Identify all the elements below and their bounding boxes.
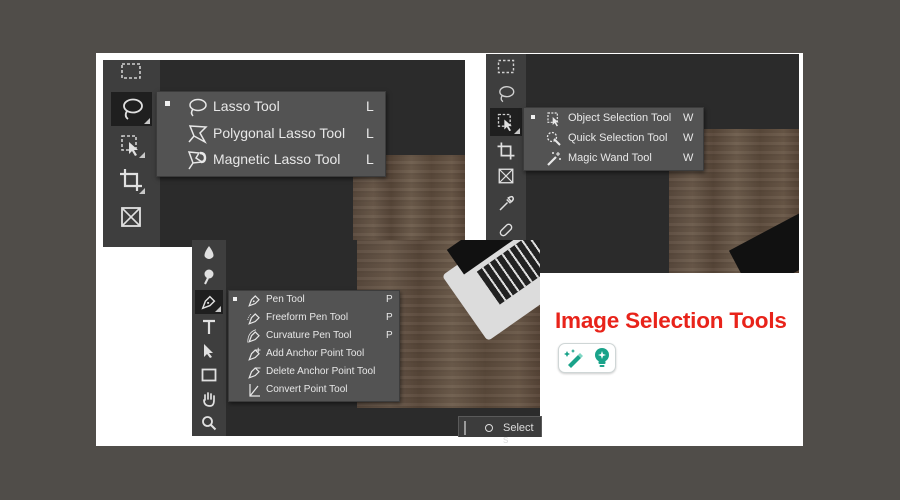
crop-tool-button[interactable] <box>115 164 147 196</box>
lasso-icon <box>499 86 515 103</box>
menu-item-label: Curvature Pen Tool <box>266 330 352 341</box>
menu-item-label: Convert Point Tool <box>266 384 348 395</box>
menu-item-label: Pen Tool <box>266 294 305 305</box>
menu-item-lasso-tool[interactable]: Lasso Tool L <box>156 94 384 119</box>
freeform-pen-icon <box>246 310 262 326</box>
menu-item-curvature-pen-tool[interactable]: Curvature Pen Tool P <box>229 327 399 345</box>
tooltip-grip <box>464 421 466 435</box>
menu-item-shortcut: W <box>683 152 694 164</box>
dodge-tool-button[interactable] <box>196 266 222 288</box>
frame-tool-button[interactable] <box>492 164 520 188</box>
menu-item-freeform-pen-tool[interactable]: Freeform Pen Tool P <box>229 309 399 327</box>
path-selection-tool-button[interactable] <box>196 340 222 362</box>
menu-item-label: Delete Anchor Point Tool <box>266 366 376 377</box>
menu-item-label: Quick Selection Tool <box>568 132 668 144</box>
tooltip-text: Select s <box>503 422 534 446</box>
pen-tool-button[interactable] <box>195 290 223 314</box>
eyedropper-icon <box>499 195 514 211</box>
magic-wand-icon <box>545 150 563 167</box>
eyedropper-tool-button[interactable] <box>492 192 520 216</box>
menu-item-label: Object Selection Tool <box>568 112 672 124</box>
menu-item-magic-wand-tool[interactable]: Magic Wand Tool W <box>524 149 702 168</box>
menu-item-label: Polygonal Lasso Tool <box>213 125 346 141</box>
menu-item-shortcut: W <box>683 112 694 124</box>
polygonal-lasso-icon <box>185 122 209 145</box>
menu-item-shortcut: L <box>366 151 374 167</box>
curvature-pen-icon <box>246 328 262 344</box>
frame-icon <box>121 207 141 227</box>
convert-point-icon <box>246 382 262 398</box>
crop-icon <box>497 142 515 160</box>
frame-icon <box>498 168 514 184</box>
menu-item-label: Freeform Pen Tool <box>266 312 349 323</box>
flyout-indicator <box>144 118 150 124</box>
magnetic-lasso-icon <box>185 148 209 171</box>
menu-item-magnetic-lasso-tool[interactable]: Magnetic Lasso Tool L <box>156 147 384 172</box>
marquee-tool-button[interactable] <box>492 56 520 76</box>
menu-item-object-selection-tool[interactable]: Object Selection Tool W <box>524 109 702 128</box>
lightbulb-icon <box>594 348 609 367</box>
menu-item-delete-anchor-point-tool[interactable]: Delete Anchor Point Tool <box>229 363 399 381</box>
quick-selection-icon <box>545 130 563 147</box>
zoom-icon <box>202 416 217 431</box>
hint-icon <box>485 424 493 432</box>
drop-icon <box>204 246 214 259</box>
menu-item-label: Magnetic Lasso Tool <box>213 151 341 167</box>
selected-indicator <box>233 297 237 301</box>
marquee-tool-button[interactable] <box>115 60 147 82</box>
hand-icon <box>203 392 215 407</box>
menu-item-convert-point-tool[interactable]: Convert Point Tool <box>229 381 399 399</box>
flyout-indicator <box>514 128 520 134</box>
rectangle-tool-button[interactable] <box>196 364 222 386</box>
menu-item-shortcut: P <box>386 294 393 305</box>
menu-item-add-anchor-point-tool[interactable]: Add Anchor Point Tool <box>229 345 399 363</box>
flyout-indicator <box>139 152 145 158</box>
page-title: Image Selection Tools <box>555 308 787 333</box>
lasso-icon <box>185 95 209 118</box>
frame-tool-button[interactable] <box>115 202 147 232</box>
delete-anchor-icon <box>246 364 262 380</box>
menu-item-shortcut: P <box>386 330 393 341</box>
object-selection-icon <box>497 113 512 132</box>
type-icon <box>203 319 215 334</box>
menu-item-label: Add Anchor Point Tool <box>266 348 365 359</box>
arrow-cursor-icon <box>204 344 213 358</box>
healing-brush-tool-button[interactable] <box>492 218 520 242</box>
flyout-indicator <box>139 188 145 194</box>
brand-logo <box>558 343 616 373</box>
menu-item-shortcut: L <box>366 125 374 141</box>
menu-item-shortcut: W <box>683 132 694 144</box>
magic-pencil-icon <box>563 349 583 368</box>
menu-item-shortcut: L <box>366 98 374 114</box>
rectangle-icon <box>201 368 217 382</box>
crop-tool-button[interactable] <box>492 138 520 164</box>
flyout-indicator <box>215 306 221 312</box>
pen-icon <box>246 292 262 308</box>
object-selection-tool-button[interactable] <box>115 130 147 160</box>
lasso-tool-button[interactable] <box>111 92 152 126</box>
menu-item-label: Magic Wand Tool <box>568 152 652 164</box>
rectangular-marquee-icon <box>497 59 515 73</box>
hand-tool-button[interactable] <box>196 388 222 410</box>
selected-indicator <box>165 101 170 106</box>
lasso-icon <box>122 98 143 120</box>
status-tooltip: Select s <box>458 416 542 446</box>
menu-item-quick-selection-tool[interactable]: Quick Selection Tool W <box>524 129 702 148</box>
selected-indicator <box>531 115 535 119</box>
menu-item-shortcut: P <box>386 312 393 323</box>
bandage-icon <box>499 223 513 237</box>
rectangular-marquee-icon <box>121 63 141 79</box>
menu-item-label: Lasso Tool <box>213 98 280 114</box>
lasso-tool-button[interactable] <box>492 82 520 106</box>
type-tool-button[interactable] <box>196 316 222 338</box>
menu-item-polygonal-lasso-tool[interactable]: Polygonal Lasso Tool L <box>156 121 384 146</box>
object-selection-icon <box>545 110 563 127</box>
object-selection-tool-button[interactable] <box>490 108 522 136</box>
add-anchor-icon <box>246 346 262 362</box>
dodge-icon <box>204 269 214 285</box>
zoom-tool-button[interactable] <box>196 412 222 434</box>
blur-tool-button[interactable] <box>196 242 222 264</box>
menu-item-pen-tool[interactable]: Pen Tool P <box>229 291 399 309</box>
